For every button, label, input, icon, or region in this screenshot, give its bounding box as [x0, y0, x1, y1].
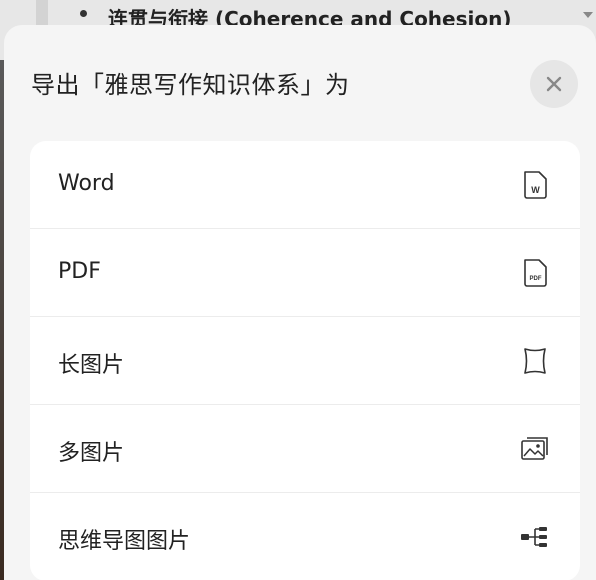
export-option-mindmap-image[interactable]: 思维导图图片 — [30, 493, 580, 580]
sheet-title: 导出「雅思写作知识体系」为 — [31, 71, 350, 99]
pdf-file-icon: PDF — [520, 257, 550, 289]
export-sheet: 导出「雅思写作知识体系」为 Word W PDF PDF 长图片 多图片 思维导… — [4, 25, 596, 580]
option-label: 长图片 — [58, 353, 125, 378]
option-label: PDF — [58, 259, 101, 284]
export-options-list: Word W PDF PDF 长图片 多图片 思维导图图片 — [30, 141, 580, 580]
bullet-dot — [80, 10, 87, 17]
mindmap-image-icon — [520, 521, 550, 553]
close-icon — [546, 76, 562, 92]
option-label: Word — [58, 171, 115, 196]
long-image-icon — [520, 345, 550, 377]
pdf-icon-text: PDF — [530, 276, 542, 282]
word-icon-text: W — [531, 185, 540, 195]
close-button[interactable] — [530, 60, 578, 108]
option-label: 思维导图图片 — [58, 529, 191, 554]
option-label: 多图片 — [58, 441, 125, 466]
multi-image-icon — [520, 433, 550, 465]
collapse-caret-icon[interactable] — [583, 12, 593, 18]
export-option-long-image[interactable]: 长图片 — [30, 317, 580, 405]
word-file-icon: W — [520, 169, 550, 201]
export-option-pdf[interactable]: PDF PDF — [30, 229, 580, 317]
export-option-word[interactable]: Word W — [30, 141, 580, 229]
export-option-multi-image[interactable]: 多图片 — [30, 405, 580, 493]
